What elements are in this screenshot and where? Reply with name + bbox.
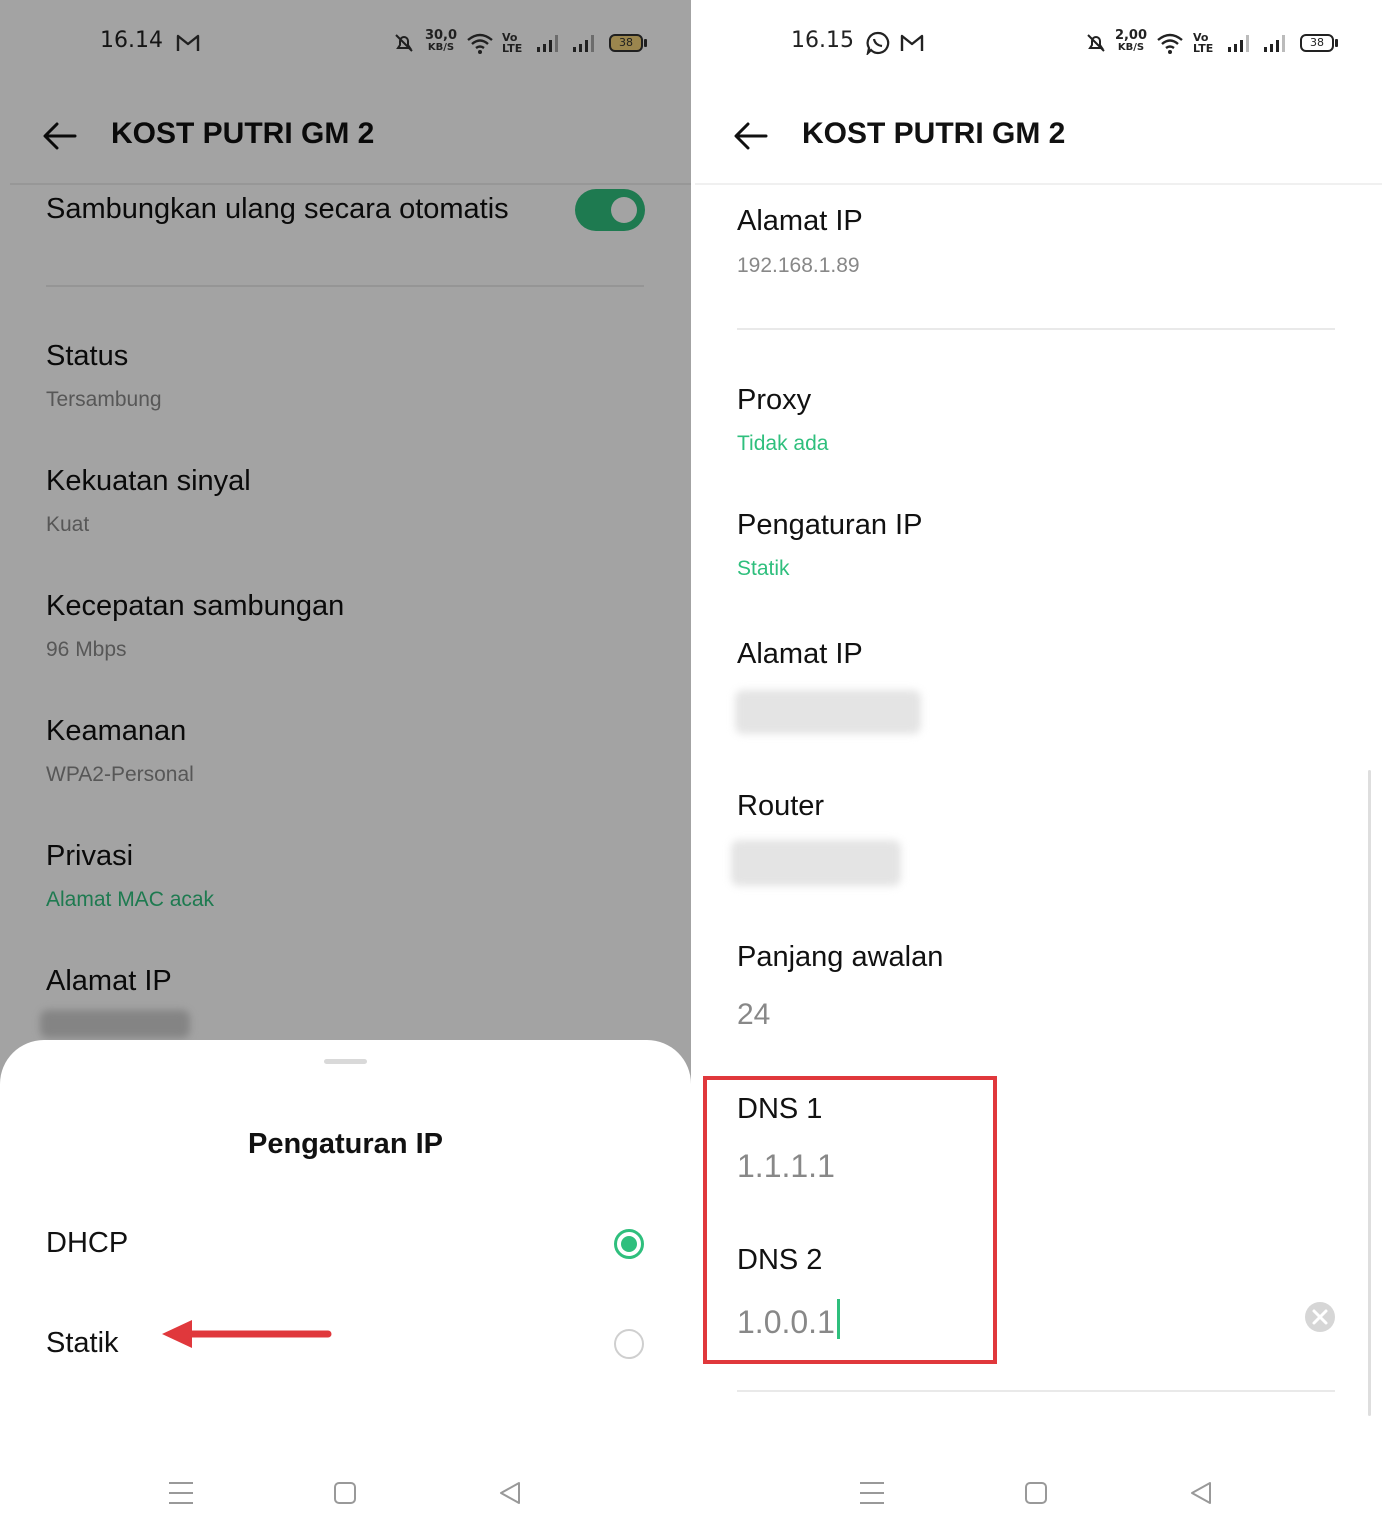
proxy-value[interactable]: Tidak ada xyxy=(737,432,828,456)
whatsapp-icon xyxy=(866,31,890,55)
ip-top-value: 192.168.1.89 xyxy=(737,254,860,277)
option-static-radio[interactable] xyxy=(614,1329,644,1359)
net-speed: 2,00 KB/S xyxy=(1114,28,1148,54)
page-title: KOST PUTRI GM 2 xyxy=(802,117,1066,150)
battery-icon: 38 xyxy=(1300,34,1334,52)
back-nav-icon[interactable] xyxy=(1189,1481,1213,1505)
wifi-icon xyxy=(1157,33,1183,54)
ip-address-input[interactable] xyxy=(735,690,921,734)
header-divider xyxy=(695,183,1382,185)
signal-icon-2 xyxy=(1264,35,1285,52)
dns2-underline xyxy=(737,1390,1335,1392)
status-time: 16.15 xyxy=(791,28,854,53)
prefix-length-label: Panjang awalan xyxy=(737,941,944,973)
back-nav-icon[interactable] xyxy=(498,1481,522,1505)
option-dhcp-label[interactable]: DHCP xyxy=(46,1227,128,1260)
option-dhcp-radio[interactable] xyxy=(614,1229,644,1259)
ip-address-label: Alamat IP xyxy=(737,638,863,670)
volte-badge: Vo LTE xyxy=(1193,31,1214,55)
proxy-label[interactable]: Proxy xyxy=(737,384,811,417)
annotation-arrow-icon xyxy=(162,1320,332,1348)
signal-icon-1 xyxy=(1228,35,1249,52)
left-screen: 16.14 30,0 KB/S Vo LTE 38 KOST PUTRI GM … xyxy=(0,0,691,1536)
dns-highlight-box xyxy=(703,1076,997,1364)
ip-top-label: Alamat IP xyxy=(737,205,863,237)
home-nav-icon[interactable] xyxy=(333,1481,357,1505)
net-speed-value: 2,00 xyxy=(1114,28,1148,43)
prefix-length-input[interactable]: 24 xyxy=(737,998,770,1032)
option-static-label[interactable]: Statik xyxy=(46,1327,119,1360)
right-screen: 16.15 2,00 KB/S Vo LTE 38 KOST PUTRI GM … xyxy=(691,0,1382,1536)
battery-tip xyxy=(1335,39,1338,47)
sheet-title: Pengaturan IP xyxy=(248,1128,443,1160)
section-divider xyxy=(737,328,1335,330)
menu-nav-icon[interactable] xyxy=(859,1481,885,1505)
battery-level: 38 xyxy=(1310,36,1324,49)
back-arrow-icon[interactable] xyxy=(733,120,769,152)
router-input[interactable] xyxy=(731,840,901,886)
gmail-icon xyxy=(900,34,924,51)
home-nav-icon[interactable] xyxy=(1024,1481,1048,1505)
ip-settings-sheet xyxy=(0,1040,691,1536)
net-speed-unit: KB/S xyxy=(1117,42,1145,53)
sheet-grabber[interactable] xyxy=(324,1059,367,1064)
router-label: Router xyxy=(737,790,825,822)
scrollbar[interactable] xyxy=(1368,770,1371,1416)
silent-bell-icon xyxy=(1087,34,1105,52)
ip-settings-value[interactable]: Statik xyxy=(737,557,790,581)
menu-nav-icon[interactable] xyxy=(168,1481,194,1505)
ip-settings-label[interactable]: Pengaturan IP xyxy=(737,509,922,542)
clear-input-icon[interactable] xyxy=(1304,1301,1336,1333)
